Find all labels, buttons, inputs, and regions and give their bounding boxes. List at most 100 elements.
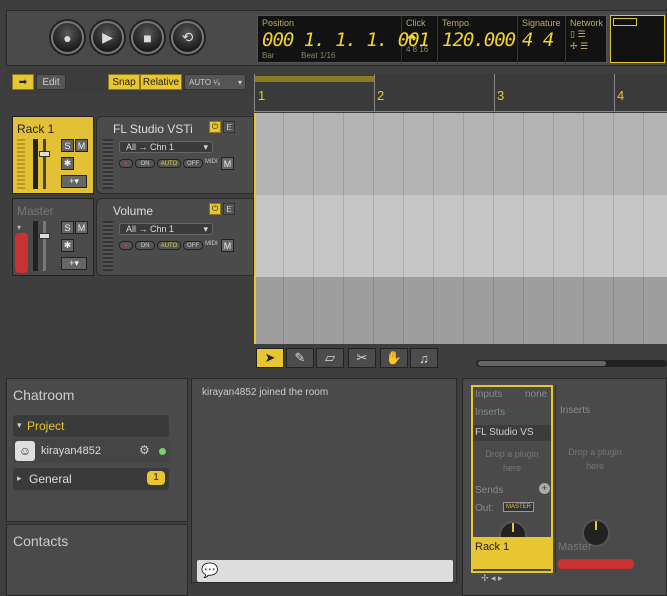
chatroom-title: Chatroom <box>13 387 75 403</box>
scissors-tool-icon[interactable]: ✂ <box>348 348 376 368</box>
stop-button[interactable]: ■ <box>131 21 164 54</box>
output-select[interactable]: MASTER <box>503 502 535 512</box>
drop-plugin-hint[interactable]: Drop a plugin here <box>479 447 545 475</box>
network-display[interactable]: Network ▯ ☰ ✢ ☰ <box>566 16 608 64</box>
add-send-icon[interactable]: + <box>539 483 550 494</box>
off-button[interactable]: OFF <box>183 241 203 250</box>
arrangement-lanes[interactable] <box>254 113 667 344</box>
record-arm-button[interactable]: ● <box>119 241 133 250</box>
power-icon[interactable]: ⏻ <box>209 121 221 133</box>
auto-button[interactable]: AUTO <box>157 241 181 250</box>
general-label: General <box>29 472 72 486</box>
on-button[interactable]: ON <box>135 159 155 168</box>
position-display[interactable]: Position 000 1. 1. 1. 001 Bar Beat 1/16 <box>258 16 430 64</box>
signature-label: Signature <box>522 18 561 28</box>
mute-button[interactable]: M <box>75 139 88 152</box>
timeline-ruler[interactable]: 1 2 3 4 <box>254 74 667 112</box>
edit-button[interactable]: Edit <box>36 74 66 90</box>
grip-handle[interactable] <box>103 221 113 271</box>
pencil-tool-icon[interactable]: ✎ <box>286 348 314 368</box>
eraser-tool-icon[interactable]: ▱ <box>316 348 344 368</box>
play-button[interactable]: ▶ <box>91 21 124 54</box>
plugin-mute-button[interactable]: M <box>221 157 234 170</box>
network-icon: ▯ ☰ ✢ ☰ <box>570 29 589 51</box>
volume-fader[interactable] <box>39 151 50 157</box>
grip-handle[interactable] <box>17 139 25 189</box>
arrow-toggle-button[interactable]: ➡ <box>12 74 34 90</box>
track-header-rack1[interactable]: Rack 1 S M ✱ +▾ <box>12 116 94 194</box>
record-button[interactable]: ● <box>51 21 84 54</box>
tempo-display[interactable]: Tempo 120.000 <box>438 16 518 64</box>
master-record-indicator <box>15 233 28 273</box>
signature-display[interactable]: Signature 4 4 <box>518 16 566 64</box>
snowflake-icon[interactable]: ✱ <box>61 239 74 252</box>
chevron-down-icon: ▾ <box>237 77 242 87</box>
plugin-mute-button[interactable]: M <box>221 239 234 252</box>
snap-grid-select[interactable]: AUTO ¹⁄₈ ▾ <box>184 74 246 90</box>
scrollbar-thumb[interactable] <box>478 361 606 366</box>
track-name: Rack 1 <box>17 122 55 136</box>
settings-gear-icon[interactable]: ⚙ <box>139 443 150 457</box>
add-plugin-button[interactable]: +▾ <box>61 257 87 270</box>
routing-select[interactable]: All → Chn 1 ▾ <box>119 223 213 235</box>
solo-button[interactable]: S <box>61 221 74 234</box>
midi-indicator: MIDI <box>205 159 218 165</box>
inserts-label: Inserts <box>475 407 506 418</box>
chevron-down-icon: ▾ <box>203 142 208 152</box>
record-arm-button[interactable]: ● <box>119 159 133 168</box>
inputs-label: Inputs <box>475 389 503 400</box>
routing-select[interactable]: All → Chn 1 ▾ <box>119 141 213 153</box>
volume-fader-track <box>43 221 46 271</box>
snap-grid-value: AUTO ¹⁄₈ <box>189 77 221 87</box>
contacts-panel[interactable]: Contacts <box>6 524 188 596</box>
mute-button[interactable]: M <box>75 221 88 234</box>
snap-button[interactable]: Snap <box>108 74 140 90</box>
overview-window[interactable] <box>613 18 637 26</box>
drop-plugin-hint[interactable]: Drop a plugin here <box>562 445 628 473</box>
audition-tool-icon[interactable]: ♫ <box>410 348 438 368</box>
chat-input[interactable]: 💬 <box>197 560 453 582</box>
insert-slot[interactable]: FL Studio VS <box>473 425 551 441</box>
project-section[interactable]: ▾ Project <box>13 415 169 437</box>
horizontal-scrollbar[interactable] <box>476 360 667 367</box>
editor-button[interactable]: E <box>223 203 235 215</box>
inputs-value[interactable]: none <box>525 389 547 400</box>
grip-handle[interactable] <box>103 139 113 189</box>
collapse-icon[interactable]: ▾ <box>17 223 21 232</box>
off-button[interactable]: OFF <box>183 159 203 168</box>
level-meter <box>33 139 38 189</box>
bar-number: 3 <box>497 88 505 103</box>
pointer-tool-icon[interactable]: ➤ <box>256 348 284 368</box>
solo-button[interactable]: S <box>61 139 74 152</box>
on-button[interactable]: ON <box>135 241 155 250</box>
user-row[interactable]: ☺ kirayan4852 ⚙ <box>13 439 169 463</box>
track-header-master[interactable]: Master ▾ S M ✱ +▾ <box>12 198 94 276</box>
relative-button[interactable]: Relative <box>140 74 182 90</box>
online-status-icon <box>159 448 166 455</box>
overview-map[interactable] <box>610 15 665 63</box>
plugin-volume: Volume ⏻ E All → Chn 1 ▾ ● ON AUTO OFF MI… <box>96 198 254 276</box>
out-label: Out: <box>475 503 494 514</box>
click-display[interactable]: Click ⏶ 4 8 16 <box>402 16 438 64</box>
chevron-right-icon: ▸ <box>17 473 22 483</box>
mixer-channel-master[interactable]: Inserts Drop a plugin here Master <box>555 385 635 573</box>
editor-button[interactable]: E <box>223 121 235 133</box>
hand-tool-icon[interactable]: ✋ <box>380 348 408 368</box>
channel-nav-icon[interactable]: ✢ ◂ ▸ <box>481 573 503 584</box>
bar-number: 2 <box>377 88 385 103</box>
mixer-panel: Inputs none Inserts FL Studio VS Drop a … <box>462 378 667 596</box>
power-icon[interactable]: ⏻ <box>209 203 221 215</box>
transport-display: Position 000 1. 1. 1. 001 Bar Beat 1/16 … <box>257 15 608 64</box>
auto-button[interactable]: AUTO <box>157 159 181 168</box>
playhead[interactable] <box>254 113 256 344</box>
channel-label-rack1[interactable]: Rack 1 <box>471 537 553 569</box>
channel-name: Rack 1 <box>475 541 510 553</box>
loop-button[interactable]: ⟲ <box>171 21 204 54</box>
loop-region[interactable] <box>254 76 374 82</box>
general-section[interactable]: ▸ General 1 <box>13 468 169 490</box>
volume-fader[interactable] <box>39 233 50 239</box>
click-label: Click <box>406 18 426 28</box>
midi-indicator: MIDI <box>205 241 218 247</box>
snowflake-icon[interactable]: ✱ <box>61 157 74 170</box>
add-plugin-button[interactable]: +▾ <box>61 175 87 188</box>
